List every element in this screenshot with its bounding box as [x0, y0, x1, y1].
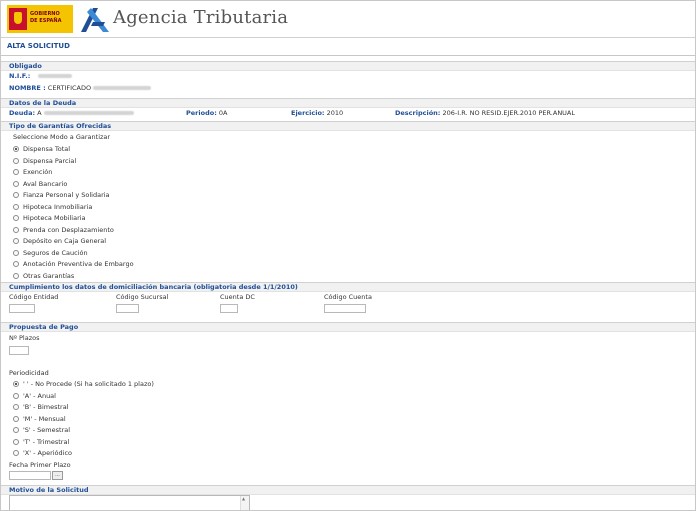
nif-label: N.I.F.:	[9, 72, 31, 80]
deuda-value-redacted	[43, 111, 134, 115]
radio-button[interactable]	[13, 146, 19, 152]
radio-button[interactable]	[13, 157, 19, 164]
gov-logo-text: GOBIERNO DE ESPAÑA	[30, 11, 62, 24]
periodicidad-label: Periodicidad	[9, 369, 49, 377]
periodo-field: Periodo: 0A	[186, 109, 227, 118]
garantia-option-label: Hipoteca Mobiliaria	[23, 214, 86, 222]
radio-button[interactable]	[13, 180, 19, 187]
radio-button[interactable]	[13, 203, 19, 210]
codigo-cuenta-label: Código Cuenta	[324, 293, 372, 301]
codigo-sucursal-label: Código Sucursal	[116, 293, 169, 301]
plazos-label: Nº Plazos	[9, 334, 40, 342]
garantia-option-label: Anotación Preventiva de Embargo	[23, 260, 134, 268]
garantias-prompt: Seleccione Modo a Garantizar	[13, 133, 111, 141]
ejercicio-field: Ejercicio: 2010	[291, 109, 343, 118]
garantia-option-label: Dispensa Total	[23, 145, 71, 153]
radio-button[interactable]	[13, 192, 19, 198]
crest-icon	[9, 8, 27, 30]
page-frame: GOBIERNO DE ESPAÑA Agencia Tributaria ALT…	[0, 0, 696, 511]
garantia-option-label: Seguros de Caución	[23, 248, 88, 257]
nif-row: N.I.F.:	[9, 72, 73, 81]
descripcion-label: Descripción:	[395, 109, 441, 117]
periodicidad-option-label: 'X' - Aperiódico	[23, 449, 73, 457]
section-title: Tipo de Garantías Ofrecidas	[9, 122, 112, 130]
nombre-value: CERTIFICADO	[47, 84, 92, 92]
radio-button[interactable]	[13, 226, 19, 233]
gobierno-espana-logo[interactable]: GOBIERNO DE ESPAÑA	[7, 5, 73, 33]
periodicidad-option-label: 'B' - Bimestral	[23, 403, 69, 411]
fecha-primer-plazo-input[interactable]	[9, 471, 51, 480]
divider	[1, 55, 695, 56]
cuenta-dc-input[interactable]	[220, 304, 238, 313]
cuenta-dc-label: Cuenta DC	[220, 293, 255, 301]
section-title: Motivo de la Solicitud	[9, 486, 89, 494]
radio-button[interactable]	[13, 249, 19, 256]
section-title: Obligado	[9, 62, 42, 70]
section-title: Cumplimiento los datos de domiciliación …	[9, 283, 298, 291]
radio-button[interactable]	[13, 381, 19, 387]
garantia-option-label: Dispensa Parcial	[23, 156, 77, 165]
ejercicio-value: 2010	[326, 109, 344, 117]
periodo-label: Periodo:	[186, 109, 217, 117]
deuda-field: Deuda: A	[9, 109, 134, 118]
section-obligado: Obligado	[1, 61, 695, 71]
descripcion-value: 206-I.R. NO RESID.EJER.2010 PER.ANUAL	[442, 109, 576, 117]
site-header: GOBIERNO DE ESPAÑA Agencia Tributaria	[1, 1, 695, 38]
section-tipo-garantias: Tipo de Garantías Ofrecidas	[1, 121, 695, 131]
radio-button[interactable]	[13, 404, 19, 410]
periodicidad-option-label: 'T' - Trimestral	[23, 437, 70, 446]
codigo-sucursal-input[interactable]	[116, 304, 139, 313]
section-datos-deuda: Datos de la Deuda	[1, 98, 695, 108]
radio-button[interactable]	[13, 238, 19, 244]
garantia-option-label: Prenda con Desplazamiento	[23, 225, 114, 234]
radio-button[interactable]	[13, 215, 19, 221]
agencia-tributaria-logo-icon[interactable]	[79, 4, 111, 34]
garantia-option-label: Exención	[23, 168, 53, 176]
nombre-label: NOMBRE :	[9, 84, 46, 92]
garantia-option-label: Hipoteca Inmobiliaria	[23, 202, 93, 211]
radio-button[interactable]	[13, 169, 19, 175]
periodicidad-option-label: 'S' - Semestral	[23, 426, 71, 434]
periodicidad-option-label: 'M' - Mensual	[23, 414, 66, 423]
periodicidad-option-label: 'A' - Anual	[23, 391, 56, 400]
garantia-option-label: Otras Garantías	[23, 271, 75, 280]
radio-button[interactable]	[13, 272, 19, 279]
radio-button[interactable]	[13, 450, 19, 456]
textarea-scrollbar[interactable]	[240, 496, 249, 510]
radio-button[interactable]	[13, 438, 19, 445]
section-motivo: Motivo de la Solicitud	[1, 485, 695, 495]
motivo-textarea[interactable]	[9, 495, 250, 510]
fecha-primer-plazo-label: Fecha Primer Plazo	[9, 461, 71, 469]
section-propuesta-pago: Propuesta de Pago	[1, 322, 695, 332]
deuda-value: A	[37, 109, 42, 117]
codigo-cuenta-input[interactable]	[324, 304, 366, 313]
garantia-option-label: Aval Bancario	[23, 179, 68, 188]
descripcion-field: Descripción: 206-I.R. NO RESID.EJER.2010…	[395, 109, 575, 118]
radio-button[interactable]	[13, 261, 19, 267]
radio-button[interactable]	[13, 415, 19, 422]
site-title: Agencia Tributaria	[113, 7, 289, 28]
radio-button[interactable]	[13, 427, 19, 433]
nif-value-redacted	[38, 74, 73, 78]
codigo-entidad-input[interactable]	[9, 304, 35, 313]
periodicidad-option-label: ' ' - No Procede (Si ha solicitado 1 pla…	[23, 380, 154, 388]
section-title: Propuesta de Pago	[9, 323, 79, 331]
page-title: ALTA SOLICITUD	[7, 42, 70, 50]
deuda-label: Deuda:	[9, 109, 36, 117]
section-title: Datos de la Deuda	[9, 99, 77, 107]
nombre-value-redacted	[93, 86, 152, 90]
periodo-value: 0A	[218, 109, 228, 117]
section-domiciliacion: Cumplimiento los datos de domiciliación …	[1, 282, 695, 292]
codigo-entidad-label: Código Entidad	[9, 293, 59, 301]
nombre-row: NOMBRE : CERTIFICADO	[9, 84, 152, 93]
garantia-option-label: Fianza Personal y Solidaria	[23, 191, 110, 199]
plazos-input[interactable]	[9, 346, 29, 355]
ejercicio-label: Ejercicio:	[291, 109, 325, 117]
radio-button[interactable]	[13, 392, 19, 399]
calendar-button[interactable]: ...	[52, 471, 63, 480]
garantia-option-label: Depósito en Caja General	[23, 237, 107, 245]
